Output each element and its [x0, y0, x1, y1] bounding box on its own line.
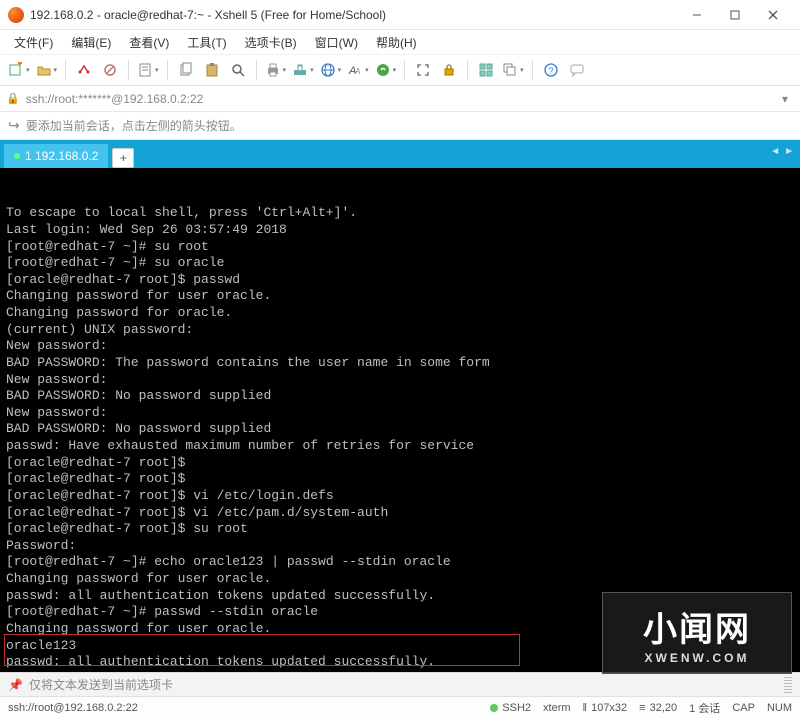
properties-button[interactable]: ▾: [135, 58, 161, 82]
menu-window[interactable]: 窗口(W): [307, 32, 366, 53]
terminal-line: (current) UNIX password:: [6, 322, 794, 339]
window-controls: [678, 1, 792, 29]
maximize-button[interactable]: [716, 1, 754, 29]
reconnect-button[interactable]: [72, 58, 96, 82]
terminal-line: Last login: Wed Sep 26 03:57:49 2018: [6, 222, 794, 239]
menu-help[interactable]: 帮助(H): [368, 32, 425, 53]
close-button[interactable]: [754, 1, 792, 29]
status-cap: CAP: [732, 702, 755, 714]
terminal-line: [oracle@redhat-7 root]$ vi /etc/login.de…: [6, 488, 794, 505]
menu-edit[interactable]: 编辑(E): [63, 32, 119, 53]
color-button[interactable]: ▾: [373, 58, 399, 82]
hint-text: 要添加当前会话，点击左侧的箭头按钮。: [26, 117, 242, 134]
pin-icon[interactable]: 📌: [8, 678, 23, 692]
separator: [128, 60, 129, 80]
tab-label: 1 192.168.0.2: [25, 149, 98, 163]
status-bar: ssh://root@192.168.0.2:22 SSH2 xterm ‖ 1…: [0, 696, 800, 718]
compose-hint-text: 仅将文本发送到当前选项卡: [29, 676, 173, 693]
terminal-line: New password:: [6, 372, 794, 389]
terminal-line: Changing password for user oracle.: [6, 571, 794, 588]
disconnect-button[interactable]: [98, 58, 122, 82]
transfer-button[interactable]: ▾: [290, 58, 316, 82]
window-titlebar: 192.168.0.2 - oracle@redhat-7:~ - Xshell…: [0, 0, 800, 30]
cascade-button[interactable]: ▾: [500, 58, 526, 82]
status-term: xterm: [543, 702, 571, 714]
session-tab[interactable]: 1 192.168.0.2: [4, 144, 108, 168]
lock-icon: 🔒: [6, 92, 20, 105]
terminal-line: [oracle@redhat-7 root]$ passwd: [6, 272, 794, 289]
terminal-line: New password:: [6, 405, 794, 422]
toolbar: ▾ ▾ ▾ ▾ ▾ ▾ AA▾ ▾ ▾ ?: [0, 54, 800, 86]
terminal-line: [oracle@redhat-7 root]$: [6, 455, 794, 472]
terminal-line: [oracle@redhat-7 root]$ vi /etc/pam.d/sy…: [6, 505, 794, 522]
new-session-button[interactable]: ▾: [6, 58, 32, 82]
terminal-line: Password:: [6, 538, 794, 555]
compose-bar: 📌 仅将文本发送到当前选项卡: [0, 672, 800, 696]
globe-button[interactable]: ▾: [318, 58, 344, 82]
terminal-line: BAD PASSWORD: The password contains the …: [6, 355, 794, 372]
separator: [404, 60, 405, 80]
tab-next-button[interactable]: ►: [784, 146, 794, 157]
status-connection: ssh://root@192.168.0.2:22: [8, 702, 138, 714]
connection-status-dot-icon: [14, 153, 20, 159]
separator: [532, 60, 533, 80]
minimize-button[interactable]: [678, 1, 716, 29]
window-title: 192.168.0.2 - oracle@redhat-7:~ - Xshell…: [30, 8, 678, 22]
tab-strip: 1 192.168.0.2 + ◄ ►: [0, 140, 800, 168]
help-button[interactable]: ?: [539, 58, 563, 82]
paste-button[interactable]: [200, 58, 224, 82]
address-dropdown[interactable]: ▾: [776, 92, 794, 106]
status-ssh: SSH2: [490, 702, 531, 714]
terminal-line: New password:: [6, 338, 794, 355]
separator: [167, 60, 168, 80]
watermark-title: 小闻网: [643, 602, 751, 651]
terminal-line: Changing password for user oracle.: [6, 288, 794, 305]
watermark: 小闻网 XWENW.COM: [602, 592, 792, 674]
app-icon: [8, 7, 24, 23]
address-text[interactable]: ssh://root:*******@192.168.0.2:22: [26, 92, 776, 106]
svg-text:?: ?: [548, 66, 553, 76]
terminal-line: BAD PASSWORD: No password supplied: [6, 421, 794, 438]
menu-bar: 文件(F) 编辑(E) 查看(V) 工具(T) 选项卡(B) 窗口(W) 帮助(…: [0, 30, 800, 54]
menu-file[interactable]: 文件(F): [6, 32, 61, 53]
tab-prev-button[interactable]: ◄: [770, 146, 780, 157]
svg-text:A: A: [354, 67, 360, 76]
terminal-line: [oracle@redhat-7 root]$: [6, 471, 794, 488]
terminal-line: [root@redhat-7 ~]# su oracle: [6, 255, 794, 272]
print-button[interactable]: ▾: [263, 58, 289, 82]
tab-add-button[interactable]: +: [112, 148, 134, 168]
address-bar: 🔒 ssh://root:*******@192.168.0.2:22 ▾: [0, 86, 800, 112]
status-cursor: ≡ 32,20: [639, 702, 677, 714]
tile-button[interactable]: [474, 58, 498, 82]
fullscreen-button[interactable]: [411, 58, 435, 82]
status-dot-icon: [490, 704, 498, 712]
chat-button[interactable]: [565, 58, 589, 82]
open-button[interactable]: ▾: [34, 58, 60, 82]
terminal-line: passwd: Have exhausted maximum number of…: [6, 438, 794, 455]
separator: [256, 60, 257, 80]
status-size: ‖ 107x32: [583, 702, 628, 714]
hint-bar: ↪ 要添加当前会话，点击左侧的箭头按钮。: [0, 112, 800, 140]
status-num: NUM: [767, 702, 792, 714]
terminal-line: [root@redhat-7 ~]# su root: [6, 239, 794, 256]
menu-view[interactable]: 查看(V): [121, 32, 177, 53]
terminal-line: BAD PASSWORD: No password supplied: [6, 388, 794, 405]
status-sessions: 1 会话: [689, 700, 720, 716]
menu-tools[interactable]: 工具(T): [179, 32, 234, 53]
separator: [467, 60, 468, 80]
resize-grip[interactable]: [784, 677, 792, 693]
terminal-line: [root@redhat-7 ~]# echo oracle123 | pass…: [6, 554, 794, 571]
add-session-arrow-icon[interactable]: ↪: [8, 117, 20, 134]
lock-button[interactable]: [437, 58, 461, 82]
copy-button[interactable]: [174, 58, 198, 82]
menu-tabs[interactable]: 选项卡(B): [237, 32, 305, 53]
font-button[interactable]: AA▾: [345, 58, 371, 82]
find-button[interactable]: [226, 58, 250, 82]
terminal-line: Changing password for oracle.: [6, 305, 794, 322]
watermark-sub: XWENW.COM: [645, 651, 750, 665]
terminal-line: [oracle@redhat-7 root]$ su root: [6, 521, 794, 538]
separator: [65, 60, 66, 80]
terminal-line: To escape to local shell, press 'Ctrl+Al…: [6, 205, 794, 222]
tab-nav: ◄ ►: [770, 146, 794, 157]
